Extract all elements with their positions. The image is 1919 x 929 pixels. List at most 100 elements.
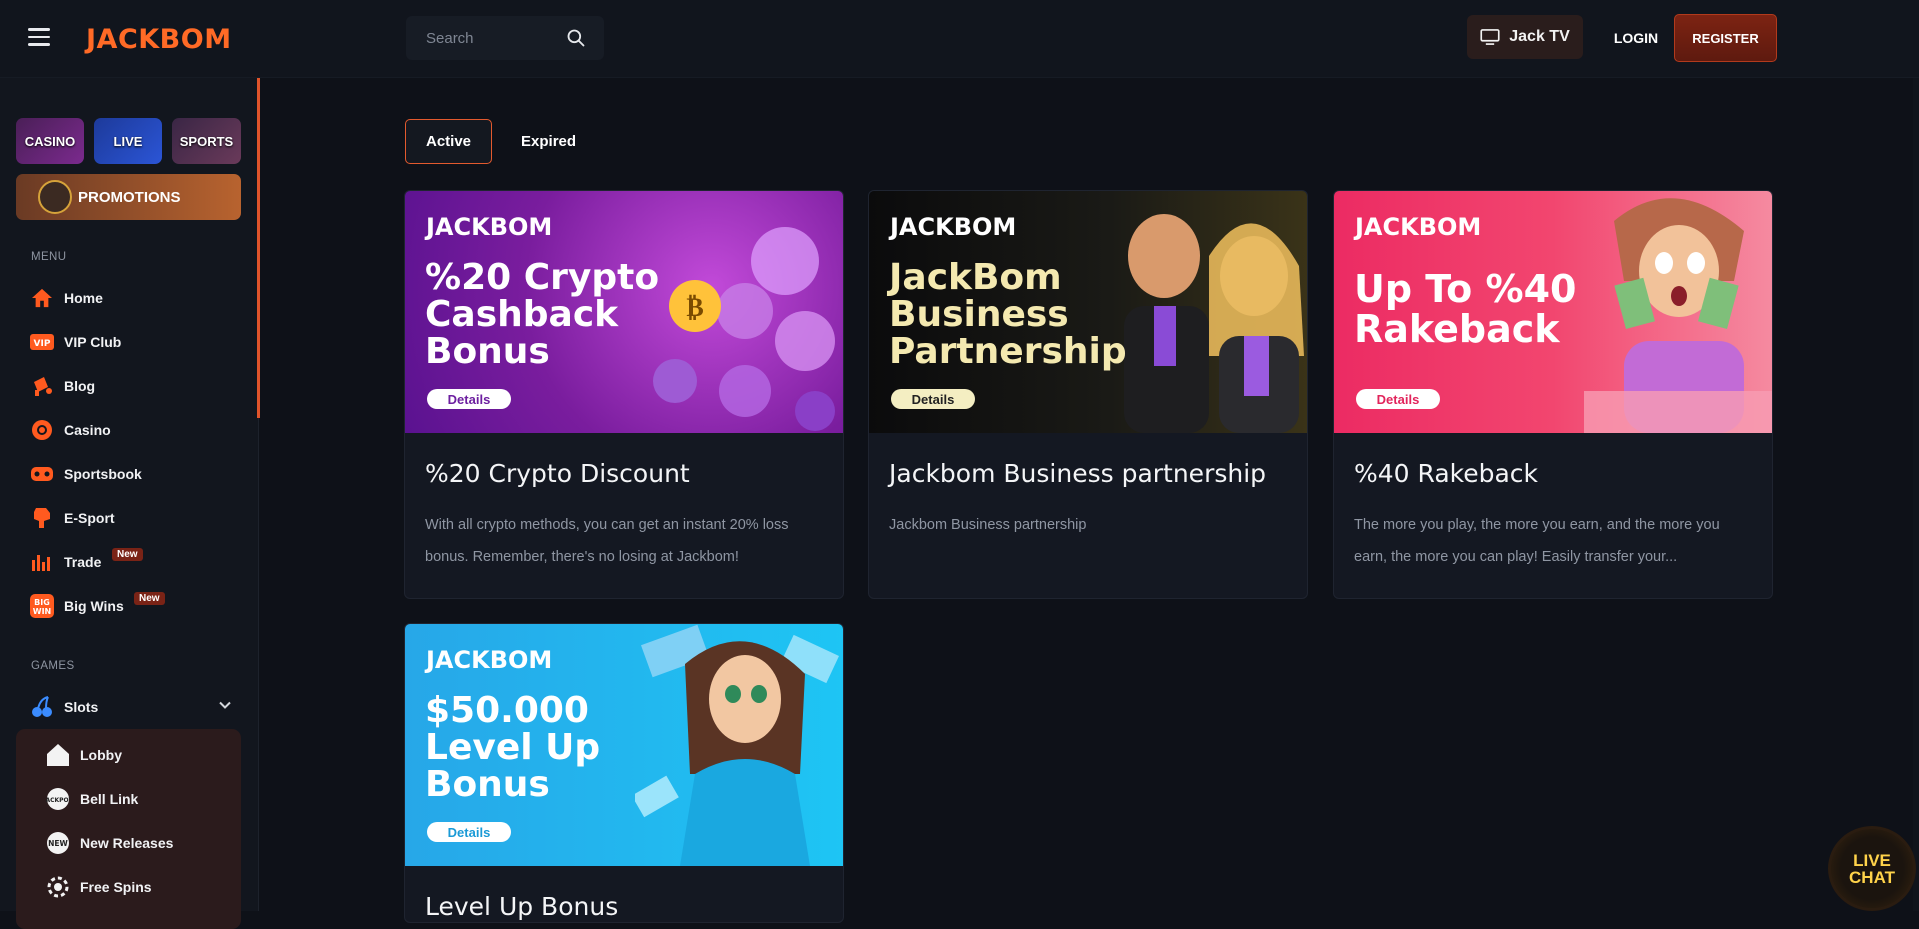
- banner-brand: JACKBOM: [426, 213, 553, 241]
- sidebar-item-trade[interactable]: Trade: [30, 548, 101, 576]
- promotions-mascot-icon: [38, 180, 72, 214]
- submenu-item-bell-link[interactable]: JACKPOT Bell Link: [46, 785, 138, 813]
- search-icon[interactable]: [566, 28, 586, 48]
- character-banknotes-illustration-icon: [635, 624, 839, 866]
- bell-link-icon: JACKPOT: [46, 787, 70, 811]
- card-title: Level Up Bonus: [425, 892, 619, 921]
- lobby-icon: [46, 743, 70, 767]
- search-input[interactable]: [406, 16, 566, 60]
- vip-icon: VIP: [30, 330, 54, 354]
- card-title: Jackbom Business partnership: [889, 459, 1267, 488]
- hamburger-menu-icon[interactable]: [28, 28, 50, 46]
- category-sports-button[interactable]: SPORTS: [172, 118, 241, 164]
- details-button[interactable]: Details: [427, 822, 511, 842]
- submenu-item-label: Lobby: [80, 747, 122, 763]
- sidebar-item-label: E-Sport: [64, 510, 115, 526]
- promotions-button[interactable]: PROMOTIONS: [16, 174, 241, 220]
- sidebar-item-home[interactable]: Home: [30, 284, 103, 312]
- banner-brand: JACKBOM: [426, 646, 553, 674]
- sidebar-scroll-indicator[interactable]: [257, 78, 260, 418]
- sidebar-item-label: VIP Club: [64, 334, 122, 350]
- submenu-item-free-spins[interactable]: Free Spins: [46, 873, 152, 901]
- casino-chip-icon: [30, 418, 54, 442]
- sidebar-item-sportsbook[interactable]: Sportsbook: [30, 460, 142, 488]
- big-wins-icon: BIG WIN: [30, 594, 54, 618]
- category-casino-button[interactable]: CASINO: [16, 118, 84, 164]
- promo-card-level-up[interactable]: JACKBOM $50.000 Level Up Bonus Details L…: [404, 623, 844, 923]
- submenu-item-new-releases[interactable]: NEW New Releases: [46, 829, 173, 857]
- submenu-item-label: New Releases: [80, 835, 174, 851]
- details-button[interactable]: Details: [427, 389, 511, 409]
- details-button[interactable]: Details: [891, 389, 975, 409]
- chevron-down-icon[interactable]: [218, 698, 232, 712]
- sidebar-item-label: Trade: [64, 554, 102, 570]
- promo-banner-image[interactable]: JACKBOM $50.000 Level Up Bonus Details: [405, 624, 843, 866]
- jack-tv-label: Jack TV: [1509, 28, 1570, 45]
- top-header: JACKBOM Jack TV LOGIN REGISTER: [0, 0, 1919, 78]
- promo-banner-image[interactable]: ₿ JACKBOM %20 Crypto Cashback Bonus Deta…: [405, 191, 843, 433]
- blog-icon: [30, 374, 54, 398]
- live-chat-button[interactable]: LIVE CHAT: [1828, 826, 1916, 911]
- card-title: %20 Crypto Discount: [425, 459, 690, 488]
- details-button[interactable]: Details: [1356, 389, 1440, 409]
- sidebar-item-label: Sportsbook: [64, 466, 142, 482]
- menu-heading: MENU: [31, 251, 67, 263]
- search-box[interactable]: [406, 16, 604, 60]
- tv-icon: [1480, 29, 1500, 45]
- register-button[interactable]: REGISTER: [1674, 14, 1777, 62]
- promo-card-rakeback[interactable]: JACKBOM Up To %40 Rakeback Details %40 R…: [1333, 190, 1773, 599]
- sidebar-item-label: Casino: [64, 422, 111, 438]
- sidebar-item-esport[interactable]: E-Sport: [30, 504, 115, 532]
- category-live-button[interactable]: LIVE: [94, 118, 162, 164]
- svg-text:JACKPOT: JACKPOT: [46, 797, 70, 804]
- card-title: %40 Rakeback: [1354, 459, 1539, 488]
- tab-expired[interactable]: Expired: [500, 119, 597, 164]
- promo-card-business[interactable]: JACKBOM JackBom Business Partnership Det…: [868, 190, 1308, 599]
- character-money-illustration-icon: [1584, 198, 1772, 433]
- coins-illustration-icon: ₿: [653, 227, 835, 431]
- new-icon: NEW: [46, 831, 70, 855]
- sidebar-item-label: Blog: [64, 378, 96, 394]
- new-badge: New: [134, 592, 165, 605]
- card-description: With all crypto methods, you can get an …: [425, 517, 789, 565]
- sidebar-item-big-wins[interactable]: BIG WIN Big Wins: [30, 592, 124, 620]
- live-chat-label: LIVE CHAT: [1849, 850, 1895, 887]
- banner-headline: %20 Crypto Cashback Bonus: [425, 257, 660, 372]
- promo-banner-image[interactable]: JACKBOM Up To %40 Rakeback Details: [1334, 191, 1772, 433]
- svg-text:NEW: NEW: [48, 839, 68, 848]
- home-icon: [30, 286, 54, 310]
- tab-active[interactable]: Active: [405, 119, 493, 164]
- card-description: Jackbom Business partnership: [889, 517, 1087, 533]
- free-spins-icon: [46, 875, 70, 899]
- svg-text:₿: ₿: [686, 293, 703, 323]
- banner-headline: $50.000 Level Up Bonus: [425, 690, 601, 805]
- banner-brand: JACKBOM: [1355, 213, 1482, 241]
- esport-icon: [30, 506, 54, 530]
- banner-headline: JackBom Business Partnership: [889, 257, 1127, 372]
- submenu-item-label: Bell Link: [80, 791, 139, 807]
- svg-text:BIG: BIG: [34, 598, 50, 607]
- page-scrollbar[interactable]: [1913, 78, 1919, 911]
- promotion-tabs: Active Expired: [405, 119, 597, 164]
- jack-tv-button[interactable]: Jack TV: [1467, 15, 1583, 59]
- login-button[interactable]: LOGIN: [1606, 23, 1666, 53]
- submenu-item-label: Free Spins: [80, 879, 152, 895]
- submenu-item-lobby[interactable]: Lobby: [46, 741, 122, 769]
- sidebar-item-vip-club[interactable]: VIP VIP Club: [30, 328, 121, 356]
- characters-illustration-icon: [1124, 214, 1304, 433]
- sidebar-item-label: Big Wins: [64, 598, 124, 614]
- sidebar-item-blog[interactable]: Blog: [30, 372, 95, 400]
- jackbom-logo[interactable]: JACKBOM: [86, 24, 232, 55]
- sportsbook-icon: [30, 462, 54, 486]
- new-badge: New: [112, 548, 143, 561]
- card-description: The more you play, the more you earn, an…: [1354, 517, 1720, 565]
- promo-banner-image[interactable]: JACKBOM JackBom Business Partnership Det…: [869, 191, 1307, 433]
- trade-icon: [30, 550, 54, 574]
- promo-card-crypto[interactable]: ₿ JACKBOM %20 Crypto Cashback Bonus Deta…: [404, 190, 844, 599]
- sidebar-item-label: Home: [64, 290, 103, 306]
- promotions-label: PROMOTIONS: [78, 188, 181, 206]
- sidebar-item-slots[interactable]: Slots: [30, 693, 98, 721]
- sidebar-item-casino[interactable]: Casino: [30, 416, 111, 444]
- slots-cherry-icon: [30, 695, 54, 719]
- svg-text:VIP: VIP: [34, 339, 51, 349]
